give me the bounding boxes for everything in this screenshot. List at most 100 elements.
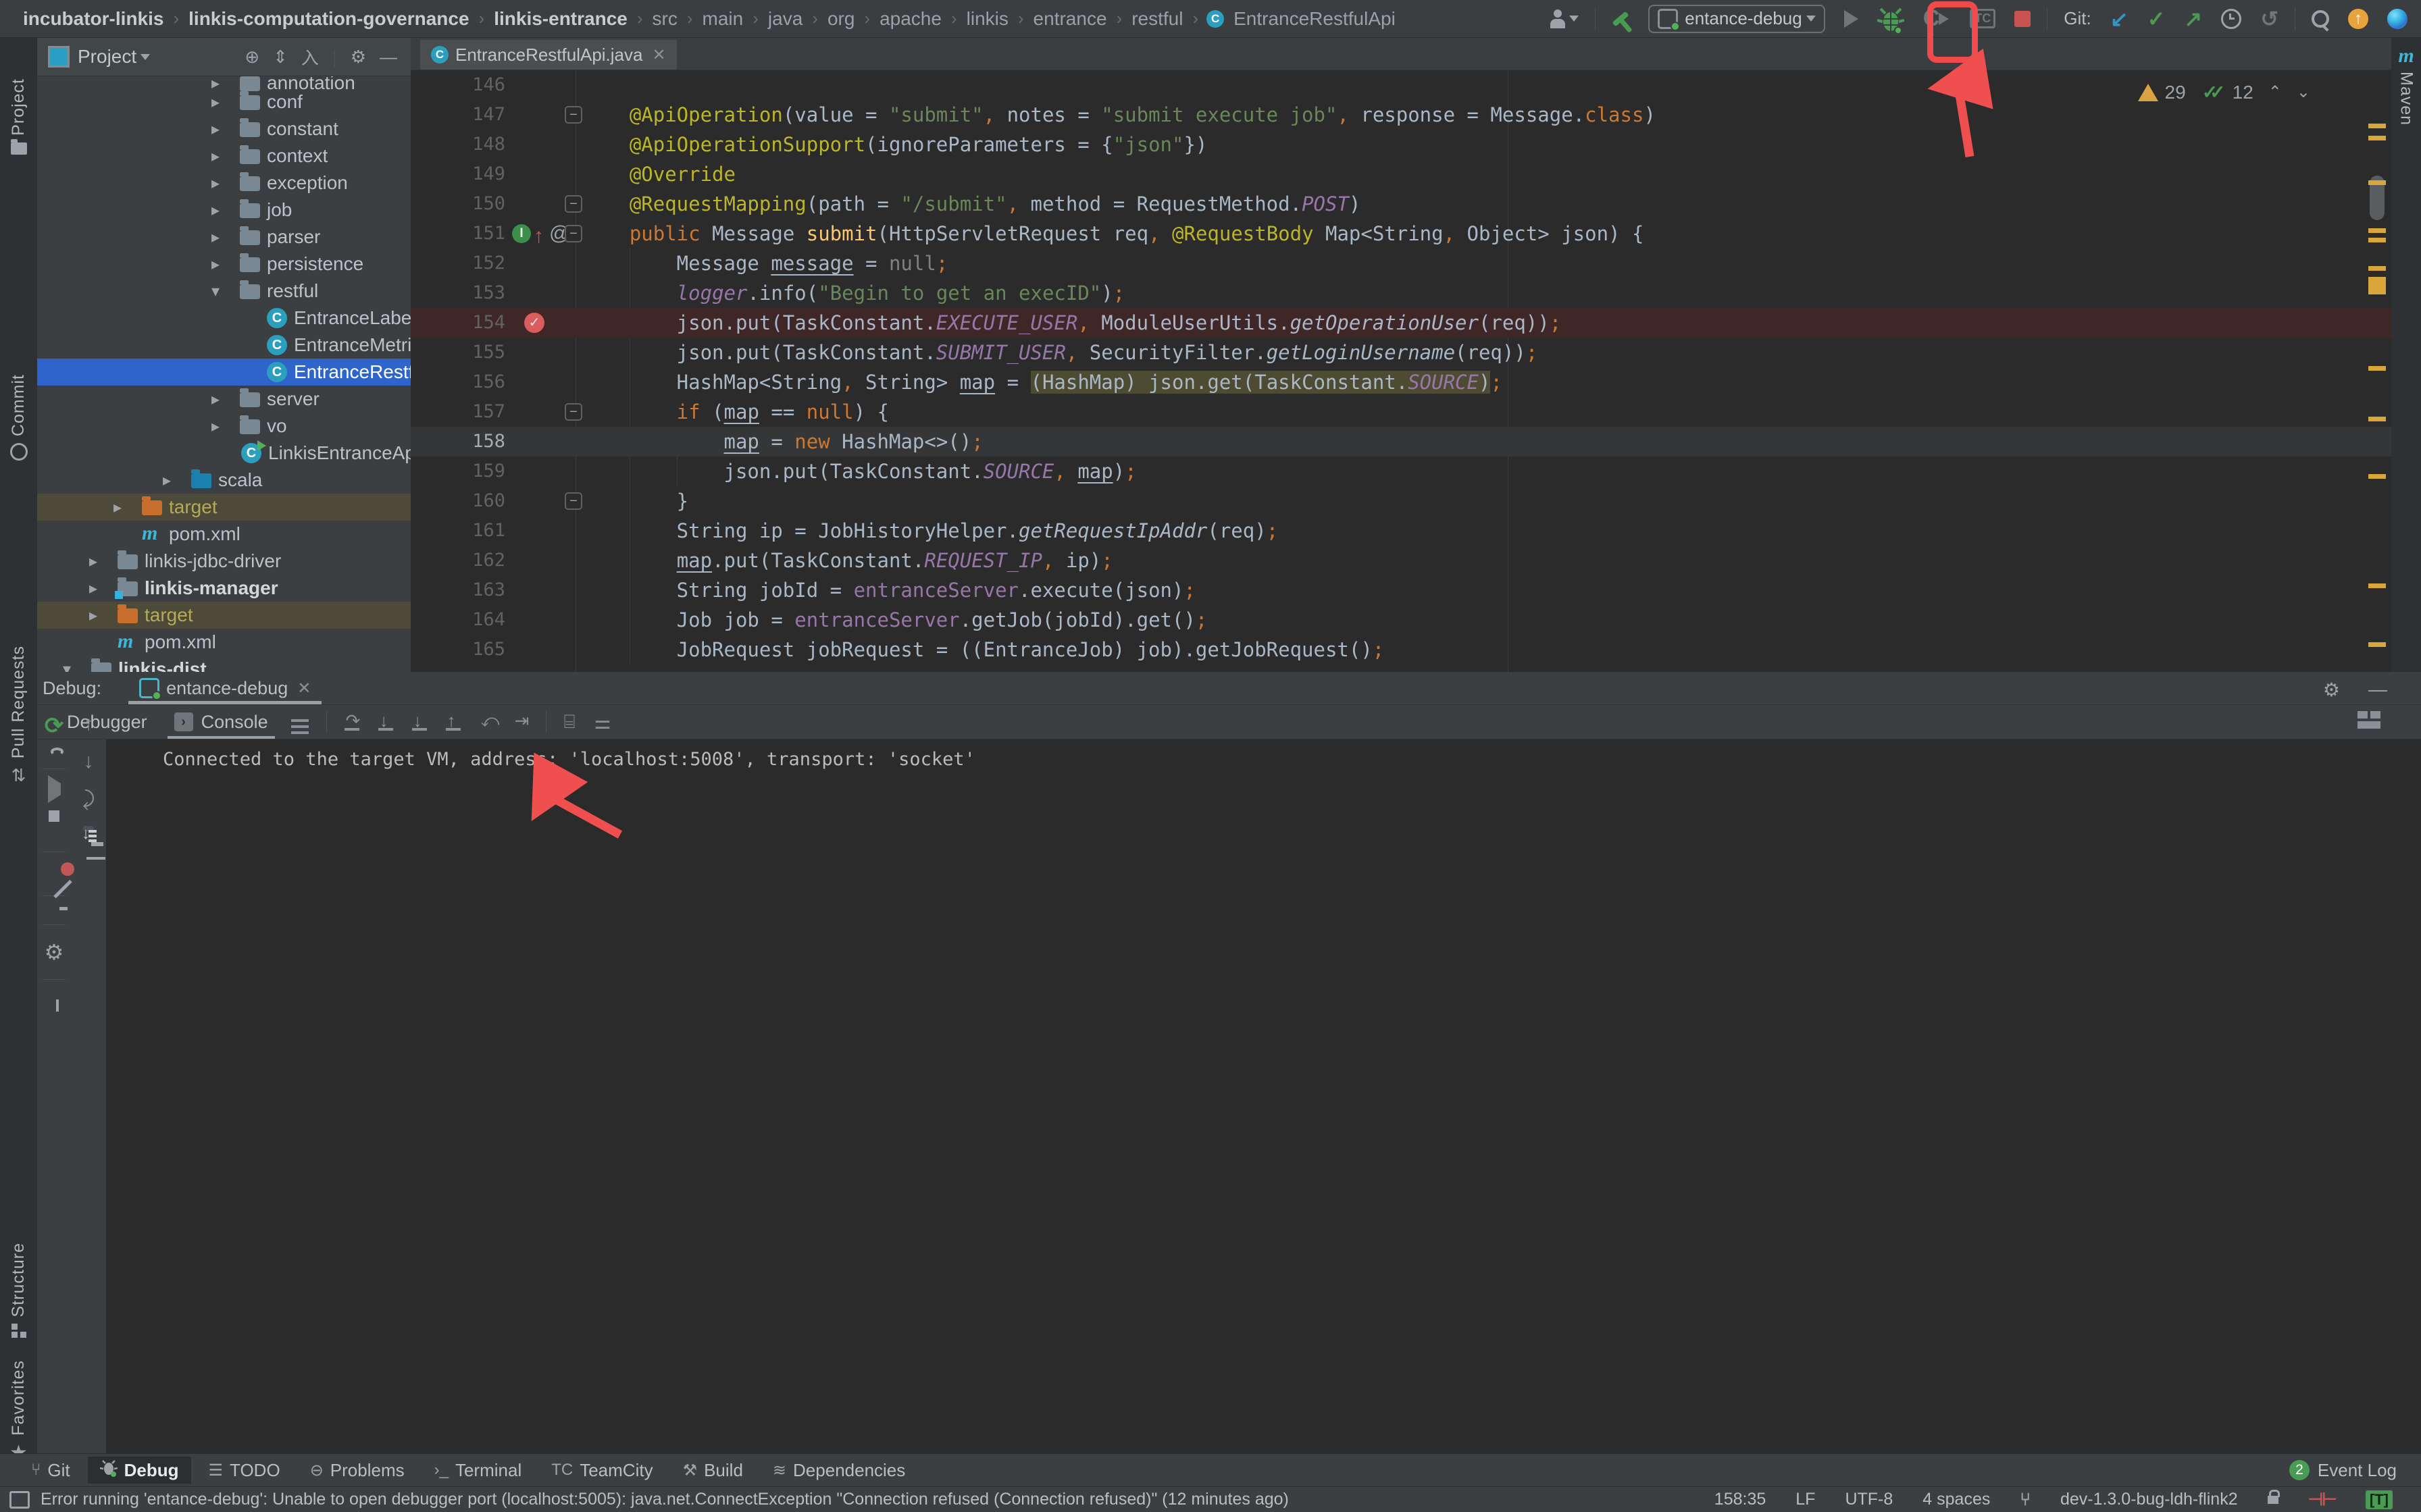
status-error-message[interactable]: Error running 'entance-debug': Unable to…: [41, 1490, 1289, 1509]
breadcrumb-item[interactable]: linkis: [967, 8, 1009, 30]
close-icon[interactable]: ✕: [297, 679, 311, 698]
editor-tab[interactable]: C EntranceRestfulApi.java ✕: [420, 40, 677, 70]
tree-item-linkisentranceapplication[interactable]: CLinkisEntranceApplication: [37, 440, 411, 467]
debug-session-tab[interactable]: entance-debug ✕: [128, 672, 322, 704]
code-line-150[interactable]: 150− @RequestMapping(path = "/submit", m…: [411, 189, 2391, 219]
breadcrumb-item[interactable]: main: [703, 8, 744, 30]
chevron-right-icon[interactable]: ▸: [211, 228, 220, 247]
sidebar-tab-pull-requests[interactable]: Pull Requests ⇅: [0, 646, 37, 786]
run-to-cursor-icon[interactable]: ⇥: [512, 713, 530, 731]
chevron-right-icon[interactable]: ▸: [113, 498, 122, 517]
rerun-icon[interactable]: ⟳: [45, 712, 64, 739]
history-icon[interactable]: [2221, 9, 2241, 29]
tool-tab-todo[interactable]: ☰TODO: [197, 1457, 292, 1484]
fold-marker-icon[interactable]: −: [565, 225, 582, 242]
fold-marker-icon[interactable]: −: [565, 492, 582, 510]
chevron-right-icon[interactable]: ▸: [163, 471, 171, 490]
down-stack-icon[interactable]: ↓: [84, 750, 94, 773]
push-icon[interactable]: ↗: [2184, 6, 2202, 32]
run-config-select[interactable]: entance-debug: [1648, 5, 1825, 33]
hide-panel-icon[interactable]: —: [2368, 679, 2387, 700]
tree-item-vo[interactable]: ▸vo: [37, 413, 411, 440]
tool-tab-dependencies[interactable]: ≋Dependencies: [761, 1457, 917, 1484]
fold-marker-icon[interactable]: −: [565, 403, 582, 421]
code-line-154[interactable]: 154✓ json.put(TaskConstant.EXECUTE_USER,…: [411, 308, 2391, 338]
tree-item-constant[interactable]: ▸constant: [37, 115, 411, 142]
resume-icon[interactable]: [48, 783, 61, 796]
step-over-icon[interactable]: ↷: [343, 713, 361, 731]
warning-stripe-mark[interactable]: [2368, 277, 2386, 294]
chevron-right-icon[interactable]: ▸: [211, 390, 220, 409]
update-project-icon[interactable]: ↙: [2110, 6, 2129, 32]
inspection-widget[interactable]: 29 ✓✓ 12 ⌃ ⌄: [2138, 81, 2310, 103]
tree-item-server[interactable]: ▸server: [37, 386, 411, 413]
scroll-to-end-icon[interactable]: [83, 826, 94, 831]
breadcrumb-item[interactable]: EntranceRestfulApi: [1233, 8, 1396, 30]
line-number[interactable]: 161: [411, 516, 505, 546]
tree-item-entrancerestfulapi[interactable]: CEntranceRestfulApi: [37, 359, 411, 386]
project-panel-header[interactable]: Project ⊕ ⇕ ⼊ | ⚙ —: [37, 38, 411, 76]
tool-tab-problems[interactable]: ⊖Problems: [298, 1457, 417, 1484]
build-hammer-icon[interactable]: [1612, 16, 1629, 22]
tree-item-entrancelabelrestfulapi[interactable]: CEntranceLabelRestfulApi: [37, 305, 411, 332]
breadcrumb-item[interactable]: apache: [880, 8, 942, 30]
warning-stripe-mark[interactable]: [2368, 238, 2386, 242]
commit-icon[interactable]: ✓: [2147, 6, 2166, 32]
line-number[interactable]: 148: [411, 130, 505, 159]
debug-console[interactable]: Connected to the target VM, address: 'lo…: [106, 739, 2421, 1453]
sidebar-tab-structure[interactable]: Structure: [0, 1243, 37, 1338]
line-number[interactable]: 163: [411, 575, 505, 605]
breadcrumb-item[interactable]: entrance: [1034, 8, 1107, 30]
search-everywhere-icon[interactable]: [2312, 10, 2329, 28]
drop-frame-icon[interactable]: ⤺: [478, 713, 496, 731]
code-line-164[interactable]: 164 Job job = entranceServer.getJob(jobI…: [411, 605, 2391, 635]
breadcrumb-item[interactable]: org: [827, 8, 855, 30]
code-editor[interactable]: 146147− @ApiOperation(value = "submit", …: [411, 70, 2391, 672]
line-number[interactable]: 160: [411, 486, 505, 516]
file-encoding[interactable]: UTF-8: [1845, 1490, 1893, 1509]
chevron-right-icon[interactable]: ▸: [89, 606, 97, 625]
tree-item-exception[interactable]: ▸exception: [37, 170, 411, 197]
override-arrow-icon[interactable]: ↑: [534, 221, 544, 251]
line-number[interactable]: 157: [411, 397, 505, 427]
line-number[interactable]: 158: [411, 427, 505, 457]
chevron-right-icon[interactable]: ▸: [211, 417, 220, 436]
tool-tab-teamcity[interactable]: TCTeamCity: [539, 1457, 665, 1484]
upgrade-icon[interactable]: ↑: [2348, 9, 2368, 29]
line-number[interactable]: 147: [411, 100, 505, 130]
editor-scrollbar[interactable]: [2364, 70, 2391, 672]
warning-stripe-mark[interactable]: [2368, 228, 2386, 233]
code-line-152[interactable]: 152 Message message = null;: [411, 249, 2391, 278]
breadcrumb-item[interactable]: java: [768, 8, 802, 30]
prev-problem-icon[interactable]: ⌃: [2268, 82, 2282, 102]
event-log-button[interactable]: 2 Event Log: [2289, 1460, 2397, 1481]
code-line-165[interactable]: 165 JobRequest jobRequest = ((EntranceJo…: [411, 635, 2391, 664]
indent-setting[interactable]: 4 spaces: [1922, 1490, 1990, 1509]
tree-item-scala[interactable]: ▸scala: [37, 467, 411, 494]
line-number[interactable]: 152: [411, 249, 505, 278]
evaluate-expression-icon[interactable]: ⌸: [564, 711, 576, 733]
hide-panel-icon[interactable]: —: [380, 47, 397, 68]
chevron-down-icon[interactable]: ▾: [211, 282, 220, 301]
line-number[interactable]: 149: [411, 159, 505, 189]
breadcrumb-item[interactable]: incubator-linkis: [23, 8, 163, 30]
warning-stripe-mark[interactable]: [2368, 474, 2386, 479]
chevron-right-icon[interactable]: ▸: [211, 93, 220, 112]
step-into-icon[interactable]: ↓: [377, 713, 394, 731]
line-number[interactable]: 156: [411, 367, 505, 397]
code-line-155[interactable]: 155 json.put(TaskConstant.SUBMIT_USER, S…: [411, 338, 2391, 367]
chevron-right-icon[interactable]: ▸: [211, 201, 220, 220]
sidebar-tab-favorites[interactable]: Favorites ★: [0, 1360, 37, 1465]
tree-item-linkis-manager[interactable]: ▸linkis-manager: [37, 575, 411, 602]
code-line-148[interactable]: 148 @ApiOperationSupport(ignoreParameter…: [411, 130, 2391, 159]
gear-icon[interactable]: ⚙: [45, 939, 64, 965]
user-icon[interactable]: [1550, 9, 1579, 28]
line-number[interactable]: 154: [411, 308, 505, 338]
code-line-146[interactable]: 146: [411, 70, 2391, 100]
sidebar-tab-commit[interactable]: Commit: [0, 374, 37, 461]
tree-item-parser[interactable]: ▸parser: [37, 224, 411, 251]
code-line-153[interactable]: 153 logger.info("Begin to get an execID"…: [411, 278, 2391, 308]
stop-button[interactable]: [2014, 11, 2031, 27]
chevron-right-icon[interactable]: ▸: [211, 255, 220, 274]
chevron-right-icon[interactable]: ▸: [211, 147, 220, 166]
